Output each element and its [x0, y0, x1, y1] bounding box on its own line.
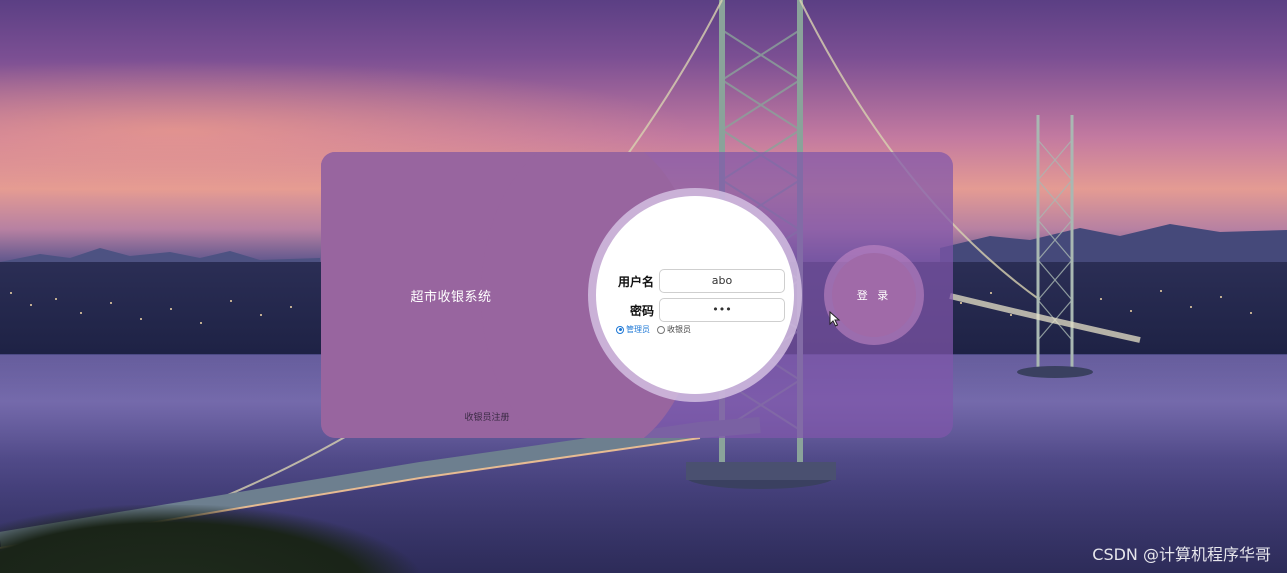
username-label: 用户名: [617, 274, 654, 289]
role-cashier-option[interactable]: 收银员: [657, 324, 691, 335]
role-admin-radio[interactable]: [616, 325, 624, 334]
foreground-trees: [0, 505, 420, 573]
role-cashier-label: 收银员: [667, 325, 691, 334]
background-scene: 超市收银系统 收银员注册 用户名 abo 密码 ••• 管理员 收银员 登 录 …: [0, 0, 1287, 573]
system-title: 超市收银系统: [410, 290, 492, 305]
cashier-register-link[interactable]: 收银员注册: [447, 410, 527, 423]
password-input[interactable]: •••: [659, 298, 785, 322]
role-admin-option[interactable]: 管理员: [616, 324, 650, 335]
login-button[interactable]: 登 录: [832, 253, 916, 337]
watermark: CSDN @计算机程序华哥: [1092, 545, 1271, 564]
password-row: 密码 •••: [612, 298, 785, 322]
username-input[interactable]: abo: [659, 269, 785, 293]
login-card: 超市收银系统 收银员注册 用户名 abo 密码 ••• 管理员 收银员 登 录: [321, 152, 953, 438]
role-admin-label: 管理员: [626, 325, 650, 334]
login-form-circle: 用户名 abo 密码 ••• 管理员 收银员: [588, 188, 802, 402]
username-row: 用户名 abo: [612, 269, 785, 293]
password-label: 密码: [629, 303, 654, 318]
role-selector: 管理员 收银员: [616, 324, 691, 335]
role-cashier-radio[interactable]: [657, 325, 665, 334]
mouse-cursor-icon: [829, 311, 841, 327]
login-form: 用户名 abo 密码 ••• 管理员 收银员: [596, 196, 794, 394]
login-button-ring: 登 录: [824, 245, 924, 345]
